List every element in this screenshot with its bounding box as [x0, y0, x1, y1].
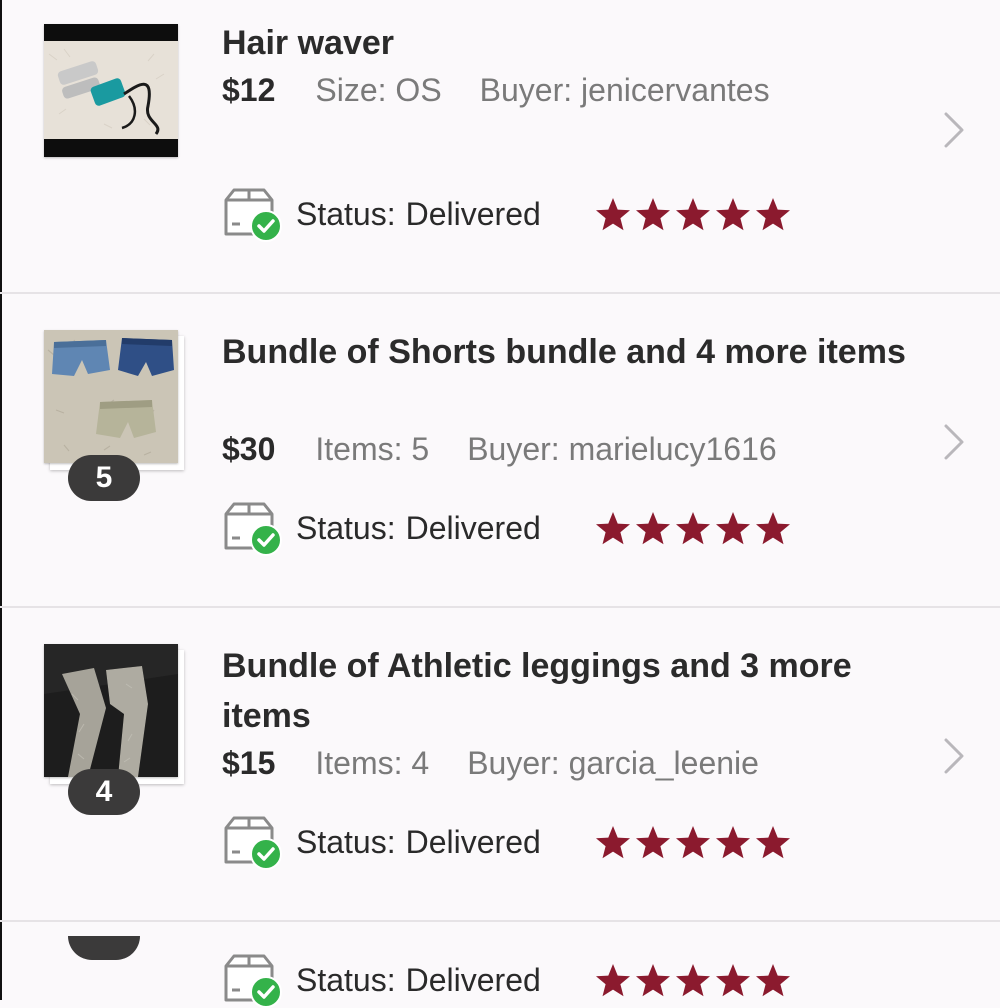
star-icon	[635, 826, 670, 859]
package-delivered-icon	[224, 502, 282, 556]
star-icon	[715, 512, 750, 545]
hair-waver-photo	[44, 24, 178, 157]
order-row[interactable]: Hair waver $12 Size: OS Buyer: jenicervant…	[0, 0, 1000, 294]
order-meta: $12 Size: OS Buyer: jenicervantes	[222, 70, 808, 110]
status-text: Status: Delivered	[296, 196, 541, 233]
status-value: Delivered	[405, 961, 541, 998]
status-value: Delivered	[405, 195, 541, 232]
order-title[interactable]: Bundle of Shorts bundle and 4 more items	[222, 327, 942, 377]
status-label: Status:	[296, 509, 396, 546]
order-price: $15	[222, 745, 276, 781]
order-item-count: Items: 4	[315, 745, 430, 781]
star-icon	[755, 964, 790, 997]
item-count-badge: 4	[68, 769, 140, 815]
star-icon	[715, 198, 750, 231]
order-price: $30	[222, 431, 276, 467]
star-icon	[675, 512, 710, 545]
order-buyer: Buyer: marielucy1616	[467, 431, 777, 467]
chevron-right-icon[interactable]	[938, 420, 970, 464]
chevron-right-icon[interactable]	[938, 108, 970, 152]
order-size: Size: OS	[315, 72, 442, 108]
star-icon	[675, 826, 710, 859]
order-status: Status: Delivered	[222, 814, 793, 870]
order-row[interactable]: 5 Bundle of Shorts bundle and 4 more ite…	[0, 294, 1000, 608]
star-icon	[755, 512, 790, 545]
star-icon	[675, 964, 710, 997]
star-icon	[755, 826, 790, 859]
status-value: Delivered	[405, 509, 541, 546]
status-label: Status:	[296, 961, 396, 998]
rating-stars	[593, 823, 793, 861]
item-count-badge	[68, 936, 140, 960]
order-meta: $15 Items: 4 Buyer: garcia_leenie	[222, 743, 797, 783]
status-label: Status:	[296, 195, 396, 232]
leggings-bundle-photo	[44, 644, 178, 777]
status-label: Status:	[296, 823, 396, 860]
rating-stars	[593, 509, 793, 547]
status-text: Status: Delivered	[296, 824, 541, 861]
order-title[interactable]: Hair waver	[222, 18, 942, 68]
star-icon	[635, 964, 670, 997]
star-icon	[715, 964, 750, 997]
order-price: $12	[222, 72, 276, 108]
star-icon	[595, 964, 630, 997]
chevron-right-icon[interactable]	[938, 734, 970, 778]
star-icon	[675, 198, 710, 231]
order-status: Status: Delivered	[222, 186, 793, 242]
rating-stars	[593, 961, 793, 999]
package-delivered-icon	[224, 188, 282, 242]
status-text: Status: Delivered	[296, 962, 541, 999]
order-status: Status: Delivered	[222, 500, 793, 556]
order-title[interactable]: Bundle of Athletic leggings and 3 more i…	[222, 641, 942, 741]
order-meta: $30 Items: 5 Buyer: marielucy1616	[222, 429, 815, 469]
rating-stars	[593, 195, 793, 233]
order-buyer: Buyer: jenicervantes	[479, 72, 770, 108]
status-value: Delivered	[405, 823, 541, 860]
star-icon	[595, 198, 630, 231]
star-icon	[595, 512, 630, 545]
order-item-count: Items: 5	[315, 431, 430, 467]
star-icon	[595, 826, 630, 859]
shorts-bundle-photo	[44, 330, 178, 463]
order-buyer: Buyer: garcia_leenie	[467, 745, 759, 781]
status-text: Status: Delivered	[296, 510, 541, 547]
item-count-badge: 5	[68, 455, 140, 501]
star-icon	[635, 198, 670, 231]
star-icon	[755, 198, 790, 231]
order-row[interactable]: 4 Bundle of Athletic leggings and 3 more…	[0, 608, 1000, 922]
star-icon	[635, 512, 670, 545]
star-icon	[715, 826, 750, 859]
package-delivered-icon	[224, 816, 282, 870]
